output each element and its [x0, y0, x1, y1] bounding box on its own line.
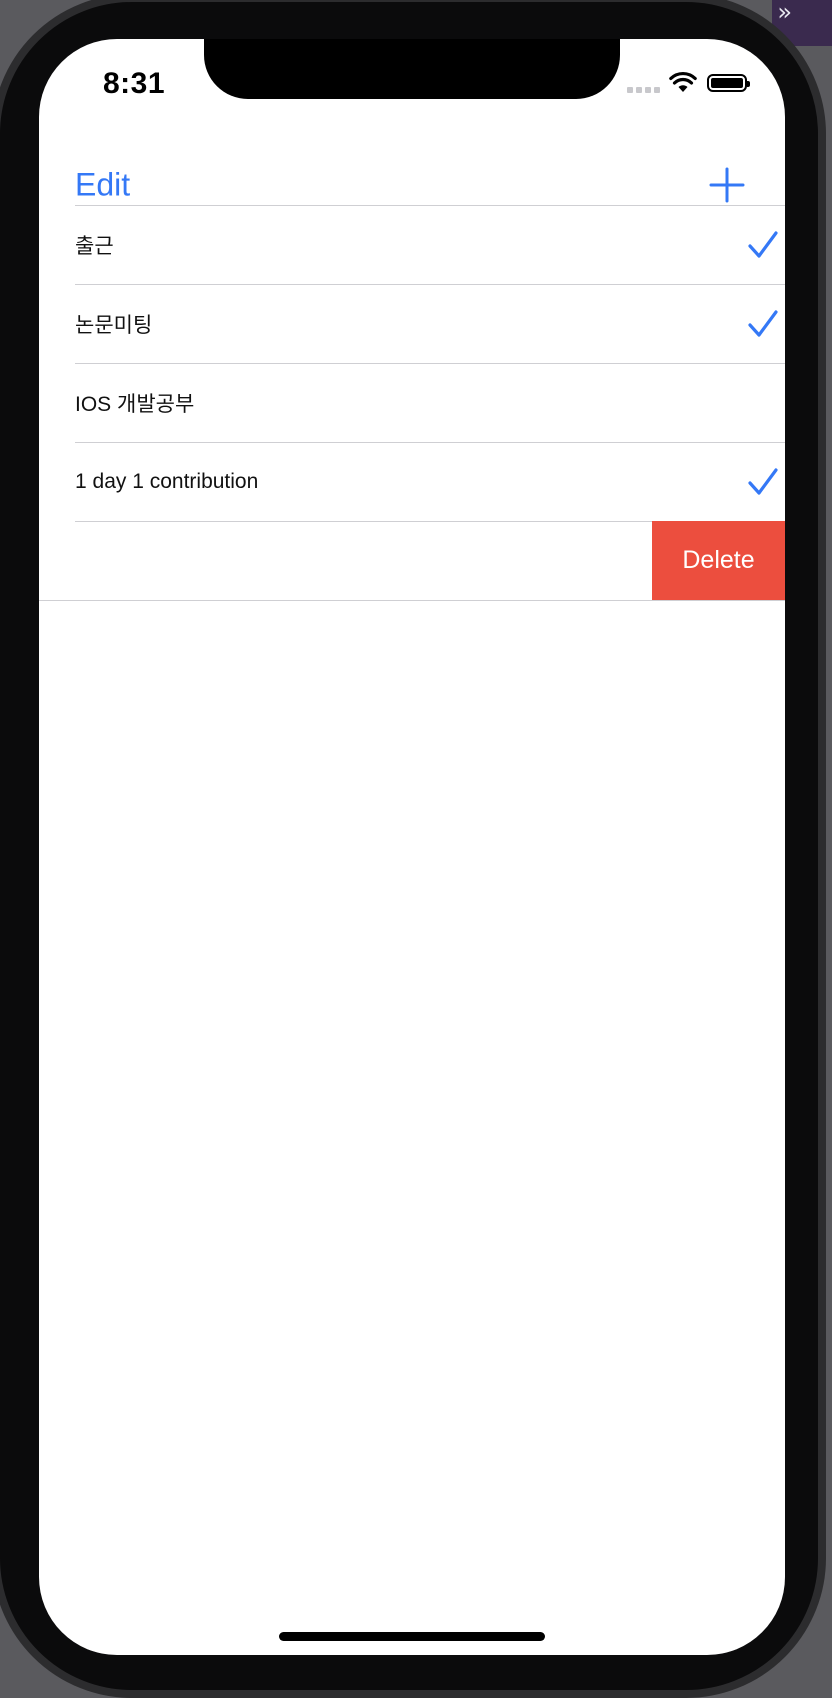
battery-icon	[707, 74, 750, 92]
status-time: 8:31	[103, 67, 166, 100]
plus-icon[interactable]	[709, 167, 745, 203]
navigation-bar: Edit	[39, 129, 785, 205]
checkmark-icon	[748, 231, 778, 258]
chevron-double-right-icon[interactable]: »	[777, 0, 792, 26]
checkmark-icon	[748, 468, 778, 495]
notch	[204, 39, 620, 99]
wifi-icon	[669, 71, 697, 92]
todo-label: 논문미팅	[75, 314, 153, 337]
row-separator	[39, 600, 785, 601]
todo-row[interactable]: 출근	[75, 205, 785, 284]
checkmark-icon	[748, 310, 778, 337]
todo-row[interactable]: 논문미팅	[75, 284, 785, 363]
cellular-signal-icon	[627, 87, 660, 93]
todo-row[interactable]: IOS 개발공부	[75, 363, 785, 442]
swiped-todo-row[interactable]: Delete	[39, 521, 785, 601]
todo-label: 1 day 1 contribution	[75, 470, 259, 493]
screen: 8:31 Edit 출근 논문미팅 IOS 개발공부 1 day 1 contr…	[39, 39, 785, 1655]
todo-label: IOS 개발공부	[75, 393, 195, 416]
home-indicator[interactable]	[279, 1632, 545, 1641]
phone-frame: 8:31 Edit 출근 논문미팅 IOS 개발공부 1 day 1 contr…	[0, 0, 826, 1698]
delete-button[interactable]: Delete	[652, 521, 785, 600]
todo-label: 출근	[75, 235, 114, 258]
todo-row[interactable]: 1 day 1 contribution	[75, 442, 785, 521]
edit-button[interactable]: Edit	[75, 167, 130, 204]
todo-list: 출근 논문미팅 IOS 개발공부 1 day 1 contribution De…	[39, 205, 785, 601]
